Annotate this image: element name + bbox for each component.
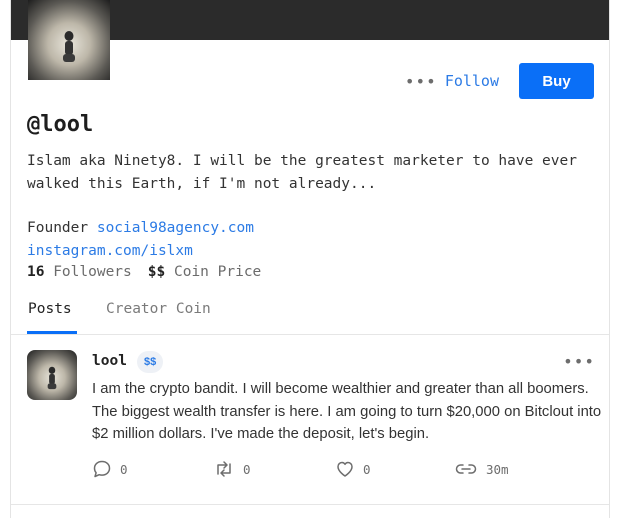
comment-count: 0 [120,461,128,477]
bio-links: Founder social98agency.com instagram.com… [27,217,602,262]
profile-stats: 16 Followers $$ Coin Price [27,264,261,280]
website-link[interactable]: social98agency.com [97,220,254,236]
instagram-link[interactable]: instagram.com/islxm [27,243,193,259]
bio-text: Islam aka Ninety8. I will be the greates… [27,153,577,192]
followers-count: 16 [27,264,45,280]
repost-icon [217,461,231,477]
avatar-figure-icon [47,366,57,390]
post-card[interactable]: lool $$ ••• I am the crypto bandit. I wi… [11,335,609,505]
like-button[interactable]: 0 [335,459,371,479]
coin-price-label: Coin Price [173,264,262,280]
coin-price-value: $$ [147,264,166,280]
post-body: I am the crypto bandit. I will become we… [92,381,602,442]
post-username[interactable]: lool [92,353,127,369]
like-count: 0 [363,461,371,477]
comment-icon [93,460,111,478]
copy-link-button[interactable]: 30m [454,459,509,479]
coin-price-stat: $$ Coin Price [148,264,262,280]
comment-button[interactable]: 0 [92,459,128,479]
post-actions: 0 0 0 30m [92,459,592,483]
follow-button[interactable]: Follow [435,72,509,90]
profile-tabs: Posts Creator Coin [11,293,609,335]
repost-count: 0 [243,461,251,477]
heart-icon [337,461,353,477]
post-avatar[interactable] [27,350,77,400]
tab-posts[interactable]: Posts [28,301,72,317]
link-icon [455,464,477,474]
avatar-figure-icon [63,31,75,62]
buy-button[interactable]: Buy [519,63,594,99]
profile-bio: Islam aka Ninety8. I will be the greates… [27,150,602,262]
bio-role-label: Founder [27,220,89,236]
profile-handle: @lool [27,112,94,137]
coin-price-badge[interactable]: $$ [137,351,164,373]
tab-creator-coin[interactable]: Creator Coin [106,301,211,317]
post-more-icon[interactable]: ••• [563,352,595,371]
profile-page: ••• Follow Buy @lool Islam aka Ninety8. … [10,0,610,518]
more-dots-icon[interactable]: ••• [405,72,436,91]
tab-active-indicator [27,331,77,334]
repost-button[interactable]: 0 [213,459,251,479]
profile-avatar[interactable] [28,0,110,80]
post-timestamp: 30m [486,461,509,477]
followers-label: Followers [53,264,132,280]
profile-actions: ••• Follow Buy [405,63,594,99]
followers-stat[interactable]: 16 Followers [27,264,132,280]
next-post-edge [11,505,609,518]
